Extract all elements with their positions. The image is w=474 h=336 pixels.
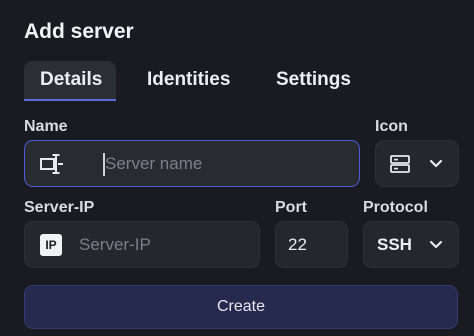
- port-input[interactable]: [288, 222, 343, 267]
- chevron-down-icon: [426, 222, 446, 267]
- add-server-dialog: Add server Details Identities Settings N…: [0, 0, 474, 336]
- tab-bar: Details Identities Settings: [24, 61, 464, 101]
- server-name-field[interactable]: [24, 140, 360, 187]
- server-rack-icon: [388, 141, 412, 186]
- ip-icon: IP: [40, 234, 62, 256]
- server-name-input[interactable]: [105, 141, 345, 186]
- icon-label: Icon: [375, 118, 408, 135]
- create-button[interactable]: Create: [24, 285, 458, 329]
- protocol-label: Protocol: [363, 199, 428, 216]
- chevron-down-icon: [426, 141, 446, 186]
- tab-identities[interactable]: Identities: [131, 61, 246, 99]
- server-ip-input[interactable]: [79, 222, 249, 267]
- name-label: Name: [24, 118, 68, 135]
- protocol-select[interactable]: SSH: [363, 221, 459, 268]
- server-ip-field[interactable]: IP: [24, 221, 260, 268]
- server-name-icon: [37, 141, 67, 186]
- tab-settings[interactable]: Settings: [260, 61, 367, 99]
- port-field[interactable]: [275, 221, 348, 268]
- protocol-value: SSH: [377, 234, 412, 254]
- dialog-title: Add server: [24, 20, 134, 43]
- server-ip-label: Server-IP: [24, 199, 95, 216]
- port-label: Port: [275, 199, 307, 216]
- tab-details[interactable]: Details: [24, 61, 116, 101]
- ip-icon-text: IP: [45, 238, 57, 252]
- icon-select[interactable]: [375, 140, 459, 187]
